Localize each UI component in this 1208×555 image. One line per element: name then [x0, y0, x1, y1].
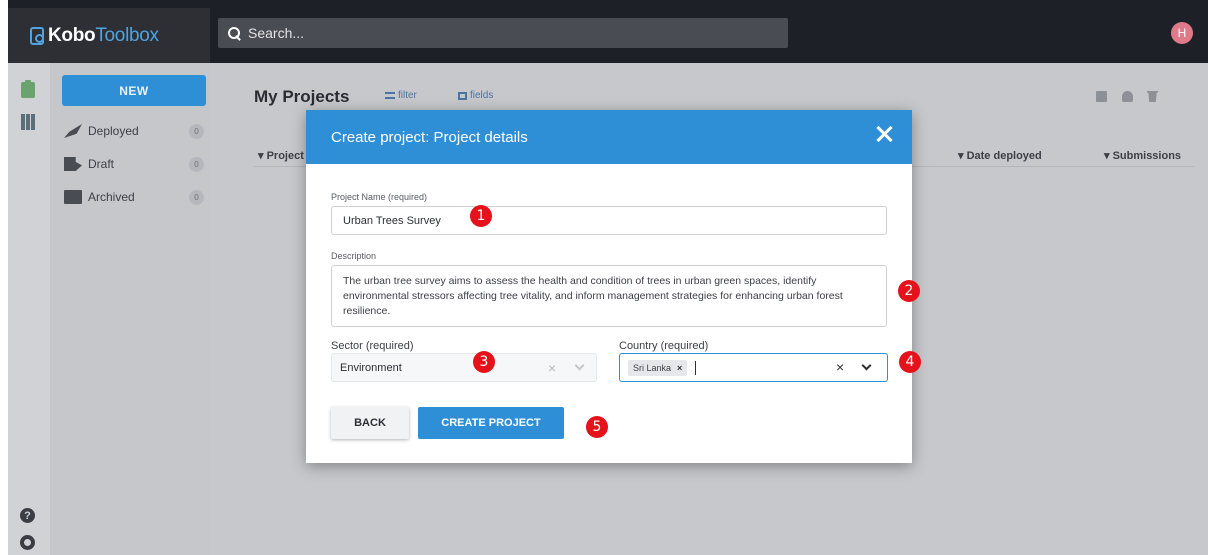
count-badge: 0 — [189, 189, 204, 205]
column-header-submissions[interactable]: ▾ Submissions — [1104, 149, 1181, 162]
logo[interactable]: Kobo Toolbox — [8, 8, 210, 63]
fields-button[interactable]: fields — [458, 90, 493, 101]
create-project-button[interactable]: CREATE PROJECT — [418, 407, 564, 439]
library-icon[interactable] — [21, 114, 35, 130]
archive-icon[interactable] — [1096, 91, 1107, 102]
dialog-header: Create project: Project details — [306, 110, 912, 164]
sector-label: Sector (required) — [331, 340, 414, 352]
chevron-down-icon[interactable] — [861, 360, 872, 371]
sidebar-item-deployed[interactable]: Deployed 0 — [64, 121, 204, 141]
annotation-badge: 1 — [470, 205, 492, 227]
annotation-badge: 2 — [898, 280, 920, 302]
column-header-date-deployed[interactable]: ▾ Date deployed — [958, 149, 1042, 162]
tag-remove-icon[interactable]: × — [677, 363, 682, 373]
country-label: Country (required) — [619, 340, 709, 352]
column-label: Date deployed — [966, 150, 1042, 162]
sidebar-item-label: Draft — [88, 157, 115, 171]
clear-icon[interactable]: × — [548, 360, 556, 376]
count-badge: 0 — [189, 123, 204, 139]
page-title: My Projects — [254, 87, 350, 106]
selected-country-tag: Sri Lanka × — [628, 359, 688, 376]
description-field[interactable]: The urban tree survey aims to assess the… — [331, 265, 887, 327]
description-label: Description — [331, 251, 377, 261]
create-project-dialog: Create project: Project details Project … — [306, 110, 912, 463]
filter-icon — [385, 92, 395, 99]
clipboard-icon[interactable] — [21, 80, 35, 98]
github-icon[interactable] — [20, 535, 35, 550]
sidebar-item-label: Deployed — [88, 124, 139, 138]
top-bar: Kobo Toolbox Search... H — [8, 0, 1208, 63]
search-icon — [228, 26, 241, 40]
draft-icon — [64, 157, 82, 171]
archived-icon — [64, 190, 82, 204]
sector-value: Environment — [340, 361, 402, 374]
project-name-field[interactable]: Urban Trees Survey — [331, 206, 887, 235]
logo-text-kobo: Kobo — [48, 24, 96, 46]
search-bar[interactable]: Search... — [218, 18, 788, 48]
chevron-down-icon[interactable] — [574, 360, 585, 371]
fields-icon — [458, 91, 467, 100]
dialog-title: Create project: Project details — [331, 128, 528, 146]
annotation-badge: 5 — [586, 416, 608, 438]
new-button[interactable]: NEW — [62, 75, 206, 106]
search-input[interactable]: Search... — [248, 25, 304, 41]
country-select[interactable]: Sri Lanka × × — [619, 353, 888, 382]
annotation-badge: 3 — [473, 351, 495, 373]
logo-text-toolbox: Toolbox — [95, 24, 159, 46]
sector-select[interactable]: Environment × — [331, 353, 597, 382]
text-cursor — [695, 360, 697, 375]
count-badge: 0 — [189, 156, 204, 172]
deployed-icon — [64, 124, 82, 138]
user-avatar[interactable]: H — [1171, 22, 1193, 44]
icon-rail: ? — [8, 63, 50, 555]
fields-label: fields — [470, 90, 494, 101]
delete-icon[interactable] — [1147, 91, 1158, 102]
back-button[interactable]: BACK — [331, 407, 409, 439]
clear-icon[interactable]: × — [836, 359, 844, 375]
app-window: Kobo Toolbox Search... H ? NEW Deployed … — [8, 0, 1208, 555]
sidebar: NEW Deployed 0 Draft 0 Archived 0 — [50, 63, 210, 555]
country-tag-label: Sri Lanka — [633, 362, 672, 373]
column-label: Submissions — [1112, 150, 1182, 162]
project-name-label: Project Name (required) — [331, 192, 428, 202]
filter-button[interactable]: filter — [385, 90, 417, 101]
filter-label: filter — [398, 90, 417, 101]
kobo-logo-icon — [30, 26, 44, 45]
sidebar-item-archived[interactable]: Archived 0 — [64, 187, 204, 207]
help-icon[interactable]: ? — [20, 508, 35, 523]
annotation-badge: 4 — [899, 351, 921, 373]
sidebar-item-label: Archived — [88, 190, 135, 204]
close-icon[interactable] — [874, 124, 894, 144]
sidebar-item-draft[interactable]: Draft 0 — [64, 154, 204, 174]
share-icon[interactable] — [1122, 91, 1133, 102]
